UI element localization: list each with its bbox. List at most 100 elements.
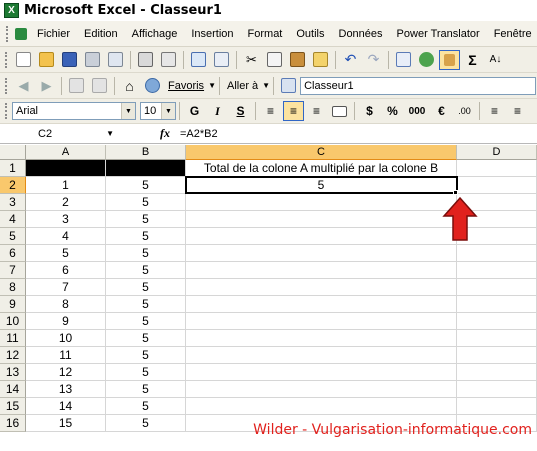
cell-a[interactable]: 14 bbox=[26, 398, 106, 415]
cell-c[interactable] bbox=[186, 245, 457, 262]
autosum-icon[interactable]: Σ bbox=[462, 50, 483, 70]
cell-c[interactable] bbox=[186, 330, 457, 347]
cell-d[interactable] bbox=[457, 245, 537, 262]
cell-b[interactable] bbox=[106, 160, 186, 177]
cell-c[interactable] bbox=[186, 364, 457, 381]
cell-a[interactable]: 1 bbox=[26, 177, 106, 194]
cell-a[interactable]: 2 bbox=[26, 194, 106, 211]
cell-a[interactable]: 10 bbox=[26, 330, 106, 347]
format-painter-icon[interactable] bbox=[310, 50, 331, 70]
toolbar-grip[interactable] bbox=[5, 77, 8, 94]
workbook-icon[interactable] bbox=[13, 24, 29, 44]
menu-insertion[interactable]: Insertion bbox=[184, 28, 240, 40]
cell-a[interactable]: 3 bbox=[26, 211, 106, 228]
align-center-icon[interactable]: ≡ bbox=[283, 101, 304, 121]
cell-d[interactable] bbox=[457, 279, 537, 296]
row-header[interactable]: 10 bbox=[0, 313, 26, 330]
search-web-icon[interactable] bbox=[142, 76, 163, 96]
cell-b[interactable]: 5 bbox=[106, 177, 186, 194]
copy-icon[interactable] bbox=[264, 50, 285, 70]
cell-b[interactable]: 5 bbox=[106, 398, 186, 415]
select-all-corner[interactable] bbox=[0, 145, 26, 160]
sort-ascending-icon[interactable]: A↓ bbox=[485, 50, 506, 70]
name-box[interactable]: C2 ▼ bbox=[0, 125, 120, 143]
menu-edition[interactable]: Edition bbox=[77, 28, 125, 40]
cell-a[interactable] bbox=[26, 160, 106, 177]
cell-b[interactable]: 5 bbox=[106, 330, 186, 347]
hyperlink-icon[interactable] bbox=[393, 50, 414, 70]
row-header[interactable]: 15 bbox=[0, 398, 26, 415]
menu-fenetre[interactable]: Fenêtre bbox=[487, 28, 537, 40]
cell-b[interactable]: 5 bbox=[106, 415, 186, 432]
cell-a[interactable]: 11 bbox=[26, 347, 106, 364]
cell-b[interactable]: 5 bbox=[106, 313, 186, 330]
cell-b[interactable]: 5 bbox=[106, 194, 186, 211]
row-header[interactable]: 4 bbox=[0, 211, 26, 228]
cell-a[interactable]: 12 bbox=[26, 364, 106, 381]
show-web-toolbar-icon[interactable] bbox=[278, 76, 299, 96]
column-header-b[interactable]: B bbox=[106, 145, 186, 160]
chevron-down-icon[interactable]: ▼ bbox=[161, 103, 175, 119]
row-header[interactable]: 8 bbox=[0, 279, 26, 296]
column-header-a[interactable]: A bbox=[26, 145, 106, 160]
cell-a[interactable]: 15 bbox=[26, 415, 106, 432]
save-icon[interactable] bbox=[59, 50, 80, 70]
cell-c[interactable] bbox=[186, 279, 457, 296]
menu-fichier[interactable]: Fichier bbox=[30, 28, 77, 40]
excel-icon[interactable]: X bbox=[4, 3, 19, 18]
cell-d[interactable] bbox=[457, 177, 537, 194]
cell-c[interactable]: 5 bbox=[186, 177, 457, 194]
toolbar-grip[interactable] bbox=[5, 51, 8, 68]
cell-a[interactable]: 6 bbox=[26, 262, 106, 279]
currency-button[interactable]: $ bbox=[359, 101, 380, 121]
underline-button[interactable]: S bbox=[230, 101, 251, 121]
cell-d[interactable] bbox=[457, 330, 537, 347]
cell-d[interactable] bbox=[457, 381, 537, 398]
font-select[interactable]: Arial ▼ bbox=[12, 102, 136, 120]
cell-a[interactable]: 4 bbox=[26, 228, 106, 245]
cell-a[interactable]: 7 bbox=[26, 279, 106, 296]
row-header[interactable]: 9 bbox=[0, 296, 26, 313]
cell-b[interactable]: 5 bbox=[106, 381, 186, 398]
menu-outils[interactable]: Outils bbox=[289, 28, 331, 40]
chevron-down-icon[interactable]: ▼ bbox=[262, 81, 270, 90]
cell-b[interactable]: 5 bbox=[106, 364, 186, 381]
cell-c[interactable] bbox=[186, 211, 457, 228]
cell-b[interactable]: 5 bbox=[106, 228, 186, 245]
cell-b[interactable]: 5 bbox=[106, 262, 186, 279]
cell-c[interactable]: Total de la colone A multiplié par la co… bbox=[186, 160, 457, 177]
cell-d[interactable] bbox=[457, 296, 537, 313]
cell-b[interactable]: 5 bbox=[106, 245, 186, 262]
row-header[interactable]: 7 bbox=[0, 262, 26, 279]
row-header[interactable]: 12 bbox=[0, 347, 26, 364]
cell-d[interactable] bbox=[457, 313, 537, 330]
row-header[interactable]: 13 bbox=[0, 364, 26, 381]
toolbar-grip[interactable] bbox=[6, 25, 8, 42]
cell-c[interactable] bbox=[186, 313, 457, 330]
increase-indent-icon[interactable]: ≡ bbox=[507, 101, 528, 121]
bold-button[interactable]: G bbox=[184, 101, 205, 121]
chevron-down-icon[interactable]: ▼ bbox=[106, 129, 114, 138]
stop-icon[interactable] bbox=[66, 76, 87, 96]
menu-affichage[interactable]: Affichage bbox=[125, 28, 185, 40]
menu-power-translator[interactable]: Power Translator bbox=[390, 28, 487, 40]
cell-c[interactable] bbox=[186, 262, 457, 279]
print-preview-icon[interactable] bbox=[158, 50, 179, 70]
cell-a[interactable]: 5 bbox=[26, 245, 106, 262]
cut-icon[interactable]: ✂ bbox=[241, 50, 262, 70]
font-size-select[interactable]: 10 ▼ bbox=[140, 102, 176, 120]
row-header[interactable]: 16 bbox=[0, 415, 26, 432]
row-header[interactable]: 11 bbox=[0, 330, 26, 347]
undo-icon[interactable]: ↶ bbox=[340, 50, 361, 70]
toolbar-grip[interactable] bbox=[5, 103, 8, 119]
favorites-menu[interactable]: Favoris bbox=[164, 80, 208, 92]
cell-c[interactable] bbox=[186, 228, 457, 245]
align-left-icon[interactable]: ≡ bbox=[260, 101, 281, 121]
cell-a[interactable]: 13 bbox=[26, 381, 106, 398]
cell-b[interactable]: 5 bbox=[106, 296, 186, 313]
row-header[interactable]: 2 bbox=[0, 177, 26, 194]
euro-icon[interactable]: € bbox=[431, 101, 452, 121]
column-header-c[interactable]: C bbox=[186, 145, 457, 160]
menu-donnees[interactable]: Données bbox=[332, 28, 390, 40]
formula-input[interactable]: =A2*B2 bbox=[180, 128, 218, 140]
